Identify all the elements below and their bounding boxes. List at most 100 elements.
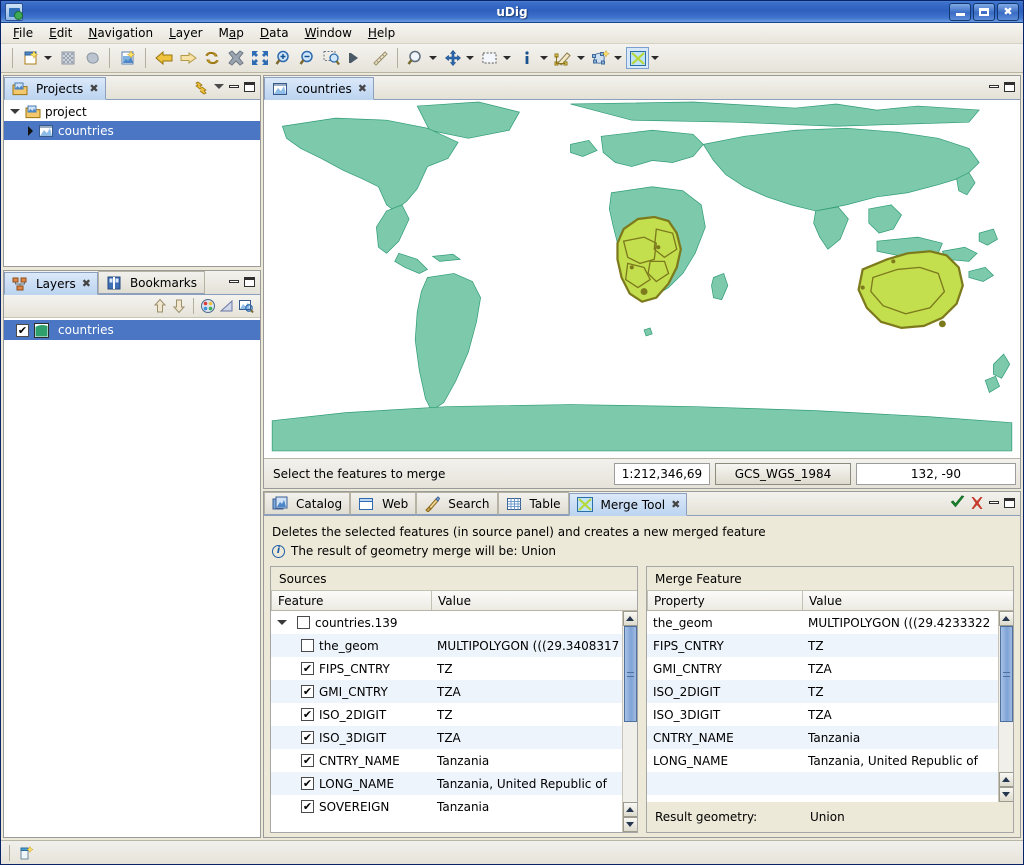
zoom-layer-icon[interactable] — [238, 298, 254, 314]
table-row[interactable]: the_geom MULTIPOLYGON (((29.3408317 — [271, 634, 622, 657]
layers-list[interactable]: ✔ countries — [4, 318, 260, 837]
maximize-icon[interactable] — [244, 81, 255, 92]
zoom-tool-button[interactable] — [404, 47, 427, 69]
menu-layer[interactable]: Layer — [161, 24, 210, 42]
table-row[interactable]: ✔ ISO_2DIGIT TZ — [271, 703, 622, 726]
menu-navigation[interactable]: Navigation — [80, 24, 161, 42]
stop-button[interactable] — [224, 47, 247, 69]
maximize-icon[interactable] — [1004, 81, 1015, 92]
table-row[interactable]: FIPS_CNTRY TZ — [647, 634, 998, 657]
blob-button[interactable] — [80, 47, 103, 69]
menu-map[interactable]: Map — [211, 24, 252, 42]
chevron-down-icon[interactable] — [44, 56, 52, 60]
merge-vertical-scrollbar[interactable] — [998, 611, 1013, 802]
row-checkbox[interactable]: ✔ — [301, 685, 314, 698]
tab-catalog[interactable]: Catalog — [264, 492, 351, 515]
table-row[interactable]: LONG_NAME Tanzania, United Republic of — [647, 749, 998, 772]
twisty-open-icon[interactable] — [277, 620, 287, 625]
new-map-button[interactable] — [19, 47, 42, 69]
maximize-icon[interactable] — [1004, 497, 1015, 508]
row-checkbox[interactable]: ✔ — [301, 662, 314, 675]
crs-button[interactable]: GCS_WGS_1984 — [715, 462, 851, 485]
chevron-down-icon[interactable] — [503, 56, 511, 60]
table-row[interactable]: ✔ FIPS_CNTRY TZ — [271, 657, 622, 680]
zoom-in-button[interactable] — [272, 47, 295, 69]
minimize-icon[interactable] — [989, 501, 999, 504]
column-header-property[interactable]: Property — [647, 591, 802, 610]
scroll-down-button[interactable] — [622, 817, 637, 832]
color-palette-icon[interactable] — [200, 298, 216, 314]
maximize-button[interactable] — [973, 2, 995, 21]
tab-map-countries[interactable]: countries ✖ — [264, 77, 374, 100]
menu-data[interactable]: Data — [252, 24, 297, 42]
scroll-up-button[interactable] — [622, 611, 637, 626]
scroll-down-button[interactable] — [998, 787, 1013, 802]
menu-window[interactable]: Window — [297, 24, 360, 42]
chevron-down-icon[interactable] — [466, 56, 474, 60]
tab-web[interactable]: Web — [350, 492, 417, 515]
table-row[interactable]: ✔ GMI_CNTRY TZA — [271, 680, 622, 703]
row-checkbox[interactable]: ✔ — [301, 731, 314, 744]
twisty-open-icon[interactable] — [10, 109, 20, 114]
chevron-down-icon[interactable] — [429, 56, 437, 60]
scroll-up-button[interactable] — [998, 611, 1013, 626]
minimize-button[interactable] — [949, 2, 971, 21]
close-icon[interactable]: ✖ — [358, 82, 367, 95]
move-layer-up-button[interactable] — [152, 298, 168, 314]
refresh-button[interactable] — [200, 47, 223, 69]
zoom-extent-button[interactable] — [248, 47, 271, 69]
table-row[interactable]: ISO_2DIGIT TZ — [647, 680, 998, 703]
forward-button[interactable] — [176, 47, 199, 69]
row-checkbox[interactable] — [301, 639, 314, 652]
edit-mode-icon[interactable] — [18, 845, 34, 861]
row-checkbox[interactable] — [297, 616, 310, 629]
sources-vertical-scrollbar[interactable] — [622, 611, 637, 832]
scroll-up-button-2[interactable] — [998, 772, 1013, 787]
sources-grid-body[interactable]: countries.139 the_geom MULTIPOLYGON (((2… — [271, 611, 622, 832]
row-checkbox[interactable]: ✔ — [301, 777, 314, 790]
row-checkbox[interactable]: ✔ — [301, 754, 314, 767]
chevron-down-icon[interactable] — [651, 56, 659, 60]
table-row[interactable]: ISO_3DIGIT TZA — [647, 703, 998, 726]
back-button[interactable] — [152, 47, 175, 69]
select-tool-button[interactable] — [478, 47, 501, 69]
create-feature-button[interactable] — [589, 47, 612, 69]
table-row[interactable]: ✔ CNTRY_NAME Tanzania — [271, 749, 622, 772]
scroll-up-button-2[interactable] — [622, 802, 637, 817]
link-icon[interactable] — [193, 79, 209, 95]
minimize-icon[interactable] — [229, 85, 239, 88]
move-layer-down-button[interactable] — [171, 298, 187, 314]
table-row[interactable]: the_geom MULTIPOLYGON (((29.4233322 — [647, 611, 998, 634]
close-icon[interactable]: ✖ — [82, 277, 91, 290]
tree-row[interactable]: countries — [4, 121, 260, 140]
chevron-down-icon[interactable] — [577, 56, 585, 60]
table-row[interactable]: GMI_CNTRY TZA — [647, 657, 998, 680]
new-layer-button[interactable] — [116, 47, 139, 69]
tab-table[interactable]: Table — [497, 492, 569, 515]
list-item[interactable]: ✔ countries — [4, 320, 260, 340]
tab-search[interactable]: Search — [416, 492, 498, 515]
row-checkbox[interactable]: ✔ — [301, 708, 314, 721]
info-tool-button[interactable] — [515, 47, 538, 69]
scale-field[interactable]: 1:212,346,69 — [614, 462, 710, 485]
column-header-value[interactable]: Value — [431, 591, 622, 610]
tab-merge-tool[interactable]: Merge Tool ✖ — [568, 493, 688, 516]
scroll-thumb[interactable] — [999, 626, 1013, 722]
menu-file[interactable]: File — [5, 24, 41, 42]
red-x-icon[interactable] — [970, 496, 984, 510]
tab-bookmarks[interactable]: Bookmarks — [97, 271, 205, 294]
column-header-value[interactable]: Value — [802, 591, 998, 610]
table-row[interactable]: ✔ ISO_3DIGIT TZA — [271, 726, 622, 749]
merge-grid-body[interactable]: the_geom MULTIPOLYGON (((29.4233322 FIPS… — [647, 611, 998, 802]
table-row[interactable]: ✔ LONG_NAME Tanzania, United Republic of — [271, 772, 622, 795]
column-header-feature[interactable]: Feature — [271, 591, 431, 610]
edit-geometry-button[interactable] — [552, 47, 575, 69]
table-row[interactable]: ✔ SOVEREIGN Tanzania — [271, 795, 622, 818]
menu-edit[interactable]: Edit — [41, 24, 80, 42]
row-checkbox[interactable]: ✔ — [301, 800, 314, 813]
table-row[interactable]: CNTRY_NAME Tanzania — [647, 726, 998, 749]
menu-help[interactable]: Help — [360, 24, 403, 42]
map-canvas[interactable] — [264, 100, 1020, 458]
tree-row[interactable]: project — [4, 102, 260, 121]
chevron-down-icon[interactable] — [540, 56, 548, 60]
